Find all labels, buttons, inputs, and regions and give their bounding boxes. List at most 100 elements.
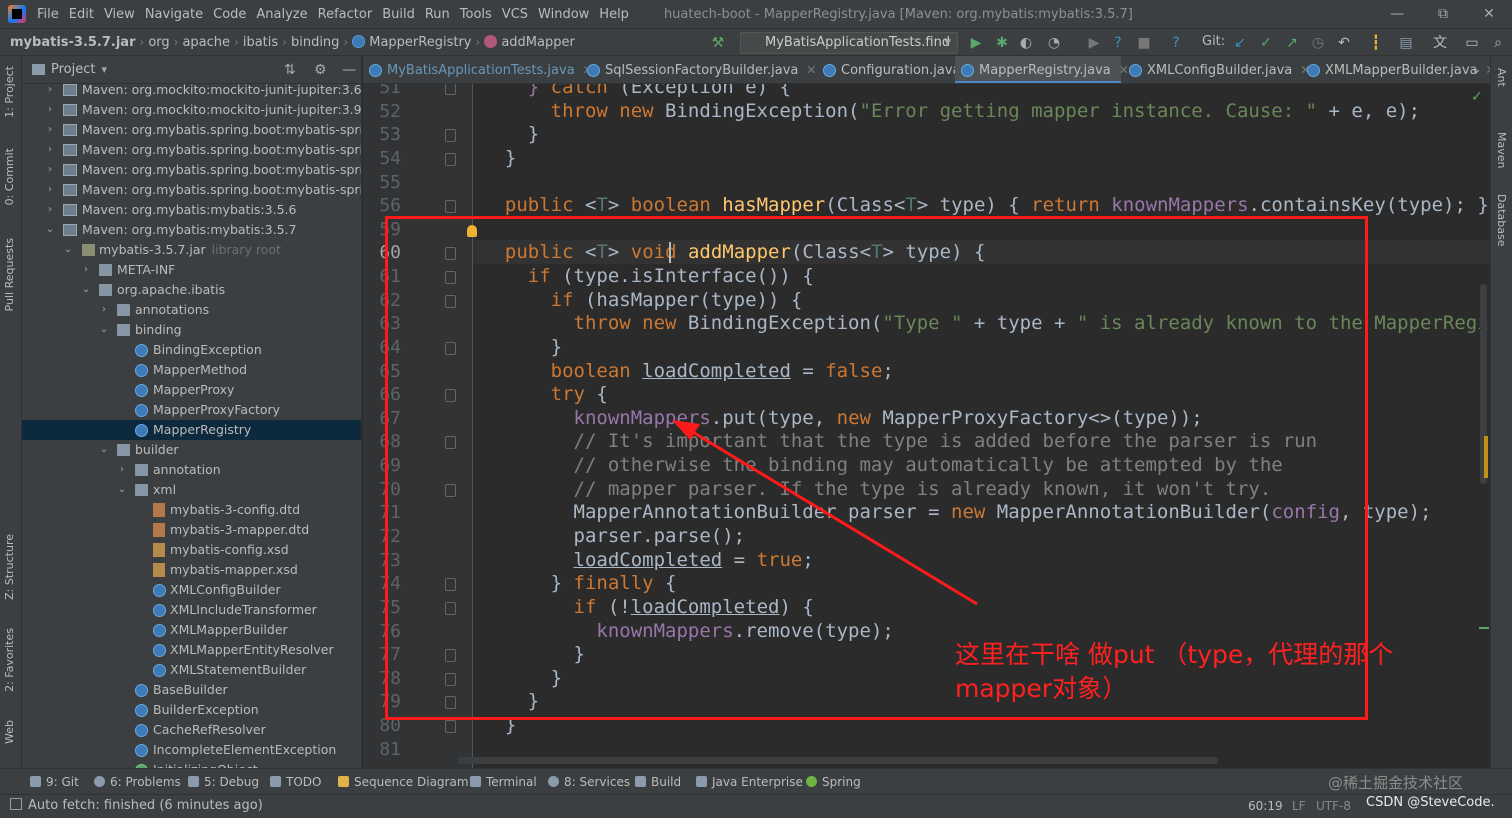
favorites-tool-button[interactable]: 2: Favorites: [3, 628, 16, 692]
database-tool-button[interactable]: Database: [1495, 194, 1508, 247]
tab-mybatis-application-tests[interactable]: MyBatisApplicationTests.java✕: [363, 56, 593, 83]
menu-navigate[interactable]: Navigate: [140, 7, 208, 22]
maven-tool-button[interactable]: Maven: [1495, 132, 1508, 168]
project-tool-button[interactable]: 1: Project: [3, 66, 16, 118]
fold-marker-icon[interactable]: [445, 129, 456, 142]
tree-row[interactable]: › annotation: [22, 460, 361, 480]
tree-row[interactable]: › Maven: org.mybatis:mybatis:3.5.6: [22, 200, 361, 220]
chevron-right-icon[interactable]: ›: [44, 200, 56, 220]
fold-marker-icon[interactable]: [445, 342, 456, 355]
tree-row[interactable]: XMLMapperEntityResolver: [22, 640, 361, 660]
fold-marker-icon[interactable]: [445, 578, 456, 591]
fold-marker-icon[interactable]: [445, 673, 456, 686]
profile-icon[interactable]: ◔: [1046, 35, 1062, 51]
caret-position[interactable]: 60:19: [1248, 799, 1283, 813]
crumb-class[interactable]: MapperRegistry: [348, 34, 475, 50]
tree-row[interactable]: ⌄ mybatis-3.5.7.jar library root: [22, 240, 361, 260]
tree-row[interactable]: mybatis-mapper.xsd: [22, 560, 361, 580]
tree-row[interactable]: mybatis-3-config.dtd: [22, 500, 361, 520]
debug-tool-button[interactable]: 5: Debug: [188, 769, 259, 795]
tree-row[interactable]: › annotations: [22, 300, 361, 320]
run-configuration-select[interactable]: MyBatisApplicationTests.find ▾: [740, 32, 958, 54]
menu-file[interactable]: File: [32, 7, 64, 22]
crumb-binding[interactable]: binding: [287, 35, 343, 50]
fold-marker-icon[interactable]: [445, 389, 456, 402]
tree-row[interactable]: XMLConfigBuilder: [22, 580, 361, 600]
close-tab-icon[interactable]: ✕: [1486, 63, 1490, 77]
fold-marker-icon[interactable]: [445, 484, 456, 497]
crumb-org[interactable]: org: [144, 35, 173, 50]
fold-marker-icon[interactable]: [445, 436, 456, 449]
git-branch-icon[interactable]: ┇: [1368, 35, 1384, 51]
minimize-button[interactable]: —: [1374, 0, 1420, 28]
tree-row[interactable]: IncompleteElementException: [22, 740, 361, 760]
change-marker[interactable]: [1479, 627, 1489, 629]
fold-marker-icon[interactable]: [445, 271, 456, 284]
chevron-down-icon[interactable]: ⌄: [116, 480, 128, 500]
fold-marker-icon[interactable]: [445, 649, 456, 662]
tree-row[interactable]: mybatis-config.xsd: [22, 540, 361, 560]
gear-icon[interactable]: ⚙: [314, 62, 327, 78]
menu-analyze[interactable]: Analyze: [251, 7, 312, 22]
tree-row[interactable]: XMLIncludeTransformer: [22, 600, 361, 620]
search-help-icon[interactable]: ?: [1168, 35, 1184, 51]
translate-icon[interactable]: 文: [1432, 35, 1448, 51]
chevron-right-icon[interactable]: ›: [44, 160, 56, 180]
git-push-icon[interactable]: ↗: [1284, 35, 1300, 51]
close-window-button[interactable]: ✕: [1466, 0, 1512, 28]
tree-row[interactable]: › Maven: org.mockito:mockito-junit-jupite…: [22, 100, 361, 120]
fold-marker-icon[interactable]: [445, 602, 456, 615]
web-tool-button[interactable]: Web: [3, 720, 16, 744]
lightbulb-icon[interactable]: [467, 225, 477, 237]
git-tool-button[interactable]: 9: Git: [30, 769, 79, 795]
tree-row[interactable]: MapperProxyFactory: [22, 400, 361, 420]
todo-tool-button[interactable]: TODO: [270, 769, 321, 795]
tab-configuration[interactable]: Configuration.java✕: [817, 56, 979, 83]
stop-icon[interactable]: ■: [1136, 35, 1152, 51]
chevron-down-icon[interactable]: ⌄: [1471, 62, 1482, 77]
menu-build[interactable]: Build: [377, 7, 420, 22]
fold-marker-icon[interactable]: [445, 696, 456, 709]
tab-xml-mapper-builder[interactable]: XMLMapperBuilder.java ✕: [1301, 56, 1490, 83]
ant-tool-button[interactable]: Ant: [1495, 68, 1508, 87]
chevron-down-icon[interactable]: ⌄: [80, 280, 92, 300]
menu-edit[interactable]: Edit: [64, 7, 99, 22]
structure-tool-button[interactable]: Z: Structure: [3, 534, 16, 600]
chevron-right-icon[interactable]: ›: [44, 120, 56, 140]
chevron-right-icon[interactable]: ›: [116, 460, 128, 480]
problems-tool-button[interactable]: 6: Problems: [94, 769, 181, 795]
tree-row[interactable]: ⌄ org.apache.ibatis: [22, 280, 361, 300]
pull-requests-tool-button[interactable]: Pull Requests: [3, 238, 16, 311]
tree-row[interactable]: CacheRefResolver: [22, 720, 361, 740]
spring-tool-button[interactable]: Spring: [806, 769, 861, 795]
tab-mapper-registry[interactable]: MapperRegistry.java ✕: [955, 56, 1129, 83]
tree-row[interactable]: InitializingObject: [22, 760, 361, 768]
menu-refactor[interactable]: Refactor: [313, 7, 378, 22]
fold-marker-icon[interactable]: [445, 84, 456, 95]
crumb-method[interactable]: addMapper: [480, 34, 579, 50]
chevron-right-icon[interactable]: ›: [80, 260, 92, 280]
tree-row[interactable]: BuilderException: [22, 700, 361, 720]
status-toggle-icon[interactable]: [10, 798, 22, 810]
tree-row[interactable]: BindingException: [22, 340, 361, 360]
tree-row[interactable]: › Maven: org.mybatis.spring.boot:mybatis-…: [22, 160, 361, 180]
chevron-right-icon[interactable]: ›: [44, 180, 56, 200]
layout-icon[interactable]: ▭: [1464, 35, 1480, 51]
tree-row[interactable]: MapperProxy: [22, 380, 361, 400]
crumb-ibatis[interactable]: ibatis: [239, 35, 282, 50]
line-separator[interactable]: LF: [1292, 799, 1306, 813]
tree-row[interactable]: › Maven: org.mybatis.spring.boot:mybatis-…: [22, 180, 361, 200]
collapse-all-icon[interactable]: ⇅: [284, 62, 296, 78]
chevron-right-icon[interactable]: ›: [44, 100, 56, 120]
tree-row[interactable]: ⌄ xml: [22, 480, 361, 500]
chevron-down-icon[interactable]: ⌄: [98, 440, 110, 460]
fold-marker-icon[interactable]: [445, 720, 456, 733]
tree-row[interactable]: ⌄ Maven: org.mybatis:mybatis:3.5.7: [22, 220, 361, 240]
resume-icon[interactable]: ▶: [1086, 35, 1102, 51]
tree-row[interactable]: XMLStatementBuilder: [22, 660, 361, 680]
git-commit-icon[interactable]: ✓: [1258, 35, 1274, 51]
tree-row[interactable]: › META-INF: [22, 260, 361, 280]
close-tab-icon[interactable]: ✕: [806, 63, 816, 77]
fold-marker-icon[interactable]: [445, 153, 456, 166]
inspection-ok-icon[interactable]: ✓: [1471, 89, 1483, 105]
